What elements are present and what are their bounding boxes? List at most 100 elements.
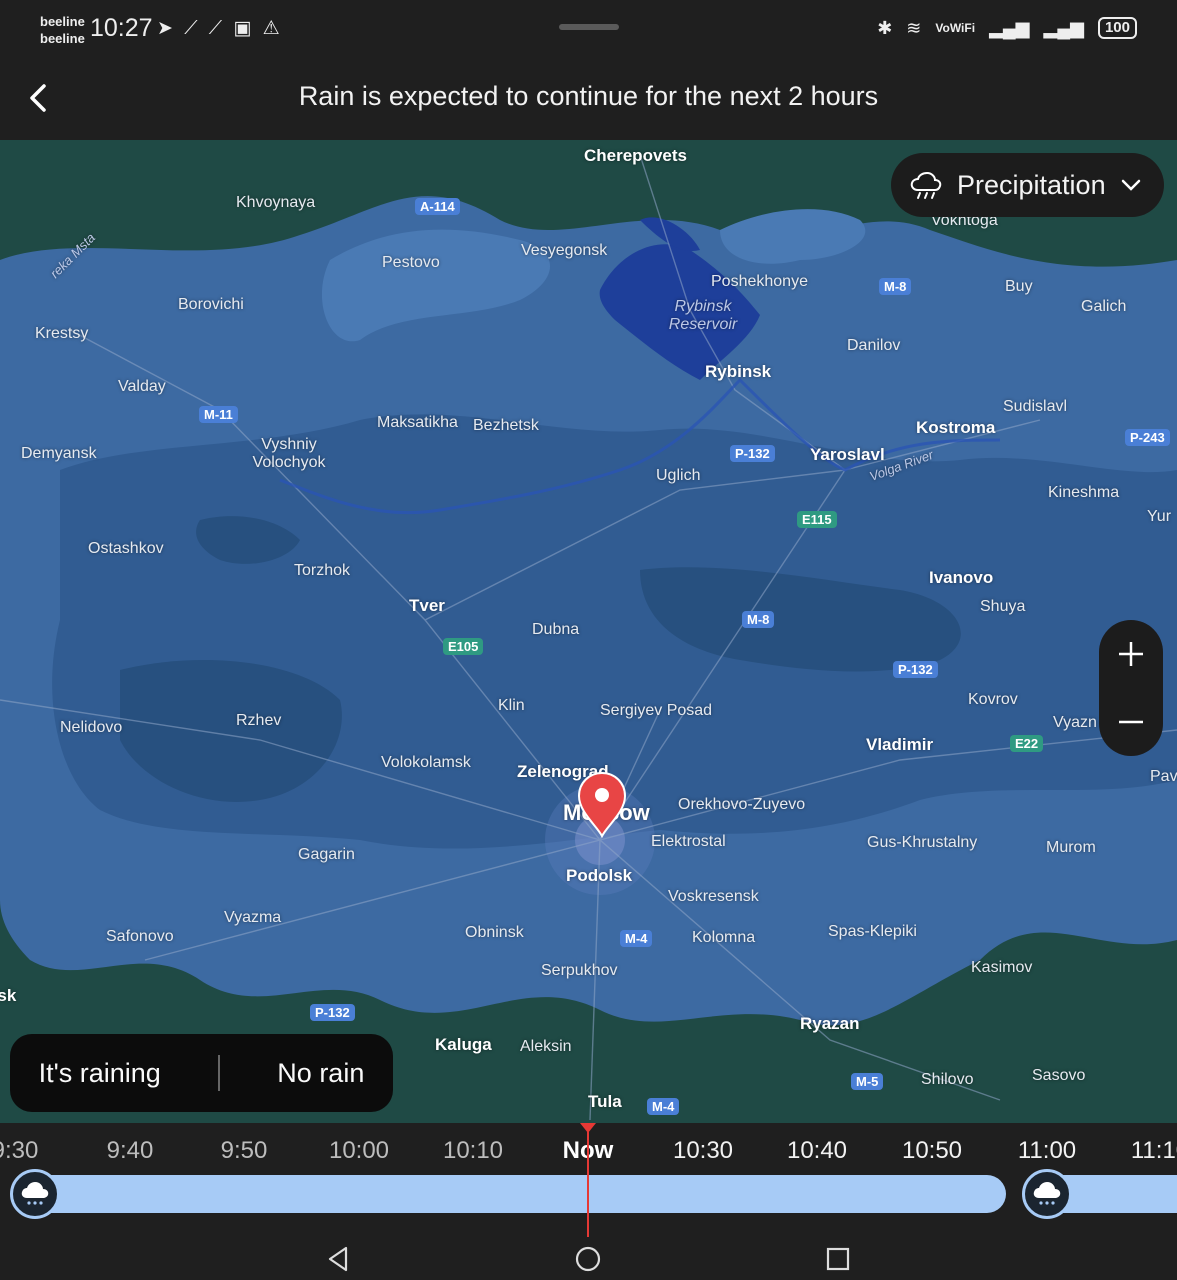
cloud-rain-icon xyxy=(21,1182,49,1205)
map-city-label[interactable]: Galich xyxy=(1081,298,1126,316)
map-city-label[interactable]: Khvoynaya xyxy=(236,194,315,212)
notification-icons: ➤ ⟋ ⟋ ▣ ⚠ xyxy=(157,17,283,40)
map-city-label[interactable]: Podolsk xyxy=(566,866,632,886)
timeline-tick[interactable]: 10:50 xyxy=(902,1137,962,1165)
road-shield: P-132 xyxy=(310,1004,355,1021)
layer-selector-label: Precipitation xyxy=(957,169,1106,200)
legend-divider xyxy=(218,1055,221,1091)
map-city-label[interactable]: Klin xyxy=(498,697,525,715)
map-city-label[interactable]: Danilov xyxy=(847,337,900,355)
rain-period-bar[interactable] xyxy=(20,1175,1006,1213)
timeline-tick[interactable]: 11:10 xyxy=(1131,1137,1177,1165)
map-city-label[interactable]: Yur xyxy=(1147,508,1171,526)
map-city-label[interactable]: Rybinsk xyxy=(705,362,771,382)
map-city-label[interactable]: Torzhok xyxy=(294,562,350,580)
map-city-label[interactable]: Vesyegonsk xyxy=(521,242,607,260)
nav-back-button[interactable] xyxy=(318,1243,358,1275)
drag-handle[interactable] xyxy=(559,24,619,30)
map-city-label[interactable]: Vyazma xyxy=(224,909,281,927)
timeline-tick[interactable]: 11:00 xyxy=(1018,1137,1076,1165)
timeline-tick[interactable]: 9:40 xyxy=(107,1137,154,1165)
map-city-label[interactable]: Ryazan xyxy=(800,1014,860,1034)
zoom-in-button[interactable] xyxy=(1099,620,1163,688)
cloud-rain-icon xyxy=(910,171,942,199)
map-city-label[interactable]: Kolomna xyxy=(692,929,755,947)
map-city-label[interactable]: Murom xyxy=(1046,839,1096,857)
map-city-label[interactable]: Valday xyxy=(118,378,166,396)
cell-signal-icon-2: ▂▄▆ xyxy=(1043,17,1084,38)
nav-recents-button[interactable] xyxy=(818,1243,858,1275)
map-city-label[interactable]: Buy xyxy=(1005,278,1033,296)
map-city-label[interactable]: Elektrostal xyxy=(651,833,726,851)
map-city-label[interactable]: Shilovo xyxy=(921,1071,973,1089)
map-city-label[interactable]: Spas-Klepiki xyxy=(828,923,917,941)
map-city-label[interactable]: Poshekhonye xyxy=(711,273,808,291)
map-city-label[interactable]: Yaroslavl xyxy=(810,445,885,465)
zoom-out-button[interactable] xyxy=(1099,688,1163,756)
map-city-label[interactable]: Gus-Khrustalny xyxy=(867,834,977,852)
map-city-label[interactable]: Gagarin xyxy=(298,846,355,864)
map-city-label[interactable]: Sasovo xyxy=(1032,1067,1085,1085)
nav-home-button[interactable] xyxy=(568,1243,608,1275)
road-shield: P-132 xyxy=(893,661,938,678)
map-city-label[interactable]: Kovrov xyxy=(968,691,1018,709)
map-city-label[interactable]: Rzhev xyxy=(236,712,281,730)
road-shield: M-8 xyxy=(742,611,775,628)
now-indicator-line[interactable] xyxy=(587,1123,589,1237)
rain-start-marker[interactable] xyxy=(10,1169,60,1219)
map-city-label[interactable]: Smolensk xyxy=(0,986,16,1006)
system-icons: ✱ ≋ VoWiFi ▂▄▆ ▂▄▆ 100 xyxy=(877,17,1137,39)
map-city-label[interactable]: Bezhetsk xyxy=(473,417,539,435)
map-city-label[interactable]: Pestovo xyxy=(382,254,440,272)
page-title: Rain is expected to continue for the nex… xyxy=(298,81,879,111)
road-shield: E115 xyxy=(797,511,837,528)
map-city-label[interactable]: Maksatikha xyxy=(377,414,458,432)
map-city-label[interactable]: Cherepovets xyxy=(584,146,687,166)
map-city-label[interactable]: Tula xyxy=(588,1092,622,1112)
signal-app-icon: ⟋ xyxy=(184,18,201,39)
map-city-label[interactable]: Uglich xyxy=(656,467,700,485)
road-shield: E105 xyxy=(443,638,484,655)
map-city-label[interactable]: Shuya xyxy=(980,598,1025,616)
timeline-tick[interactable]: 10:30 xyxy=(673,1137,733,1165)
map-city-label[interactable]: Tver xyxy=(409,596,445,616)
map-city-label[interactable]: Sergiyev Posad xyxy=(600,702,712,720)
map-city-label[interactable]: Kasimov xyxy=(971,959,1032,977)
zoom-controls xyxy=(1099,620,1163,756)
map-city-label[interactable]: Kineshma xyxy=(1048,484,1119,502)
map-city-label[interactable]: Ivanovo xyxy=(929,568,993,588)
map-city-label[interactable]: Demyansk xyxy=(21,445,97,463)
map-city-label[interactable]: Obninsk xyxy=(465,924,524,942)
map-city-label[interactable]: Aleksin xyxy=(520,1038,572,1056)
map-city-label[interactable]: Ostashkov xyxy=(88,540,164,558)
map-city-label[interactable]: Kostroma xyxy=(916,418,995,438)
layer-selector-button[interactable]: Precipitation xyxy=(891,153,1164,217)
rain-next-marker[interactable] xyxy=(1022,1169,1072,1219)
map-city-label[interactable]: Dubna xyxy=(532,621,579,639)
map-city-label[interactable]: Orekhovo-Zuyevo xyxy=(678,796,805,814)
map-city-label[interactable]: Krestsy xyxy=(35,325,88,343)
map-city-label[interactable]: Vladimir xyxy=(866,735,933,755)
map-city-label[interactable]: Nelidovo xyxy=(60,719,122,737)
legend-no-rain: No rain xyxy=(277,1057,365,1088)
precipitation-map[interactable]: Cherepovets Khvoynaya Vesyegonsk Pestovo… xyxy=(0,140,1177,1123)
timeline-tick[interactable]: 10:10 xyxy=(443,1137,503,1165)
map-city-label[interactable]: Sudislavl xyxy=(1003,398,1067,416)
map-city-label[interactable]: Safonovo xyxy=(106,928,174,946)
map-city-label[interactable]: Voskresensk xyxy=(668,888,759,906)
location-pin-icon[interactable] xyxy=(575,770,629,838)
map-city-label[interactable]: Volokolamsk xyxy=(381,754,471,772)
warning-icon: ⚠ xyxy=(262,18,283,39)
map-city-label[interactable]: Borovichi xyxy=(178,296,244,314)
map-city-label[interactable]: Serpukhov xyxy=(541,962,618,980)
carrier-labels: beeline beeline xyxy=(40,13,85,47)
forecast-timeline[interactable]: 9:30 9:40 9:50 10:00 10:10 Now 10:30 10:… xyxy=(0,1123,1177,1237)
map-city-label[interactable]: Vyazn xyxy=(1053,714,1097,732)
map-city-label[interactable]: Vyshniy Volochyok xyxy=(244,436,334,472)
timeline-tick[interactable]: 10:40 xyxy=(787,1137,847,1165)
timeline-tick[interactable]: 10:00 xyxy=(329,1137,389,1165)
map-city-label[interactable]: Pav xyxy=(1150,768,1177,786)
timeline-tick[interactable]: 9:30 xyxy=(0,1137,38,1165)
timeline-tick[interactable]: 9:50 xyxy=(221,1137,268,1165)
map-city-label[interactable]: Kaluga xyxy=(435,1035,492,1055)
